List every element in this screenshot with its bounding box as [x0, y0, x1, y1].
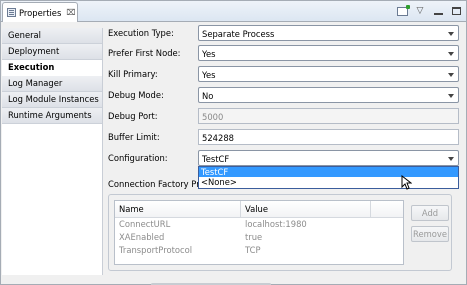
maximize-button[interactable]	[450, 5, 462, 17]
table-row[interactable]: ConnectURL localhost:1980	[115, 218, 403, 231]
table-row[interactable]: TransportProtocol TCP	[115, 244, 403, 257]
table-header: Name Value	[115, 201, 403, 218]
row-value: TCP	[245, 245, 261, 255]
properties-icon	[7, 8, 16, 17]
table-row[interactable]: XAEnabled true	[115, 231, 403, 244]
chevron-down-icon	[448, 32, 454, 36]
chevron-down-icon	[448, 157, 454, 161]
tab-label: Properties	[19, 7, 62, 18]
minimize-button[interactable]	[432, 5, 444, 17]
mouse-cursor-icon	[401, 175, 412, 190]
configuration-dropdown-list: TestCF <None>	[198, 166, 459, 189]
debug-port-field[interactable]: 5000	[198, 108, 459, 124]
column-header-value[interactable]: Value	[241, 201, 371, 217]
row-value: true	[245, 232, 263, 242]
add-button[interactable]: Add	[411, 205, 449, 221]
dropdown-option-testcf[interactable]: TestCF	[199, 167, 458, 177]
buffer-limit-field[interactable]: 524288	[198, 129, 459, 145]
debug-mode-value: No	[202, 91, 214, 101]
debug-port-value: 5000	[202, 112, 224, 122]
kill-primary-value: Yes	[202, 70, 216, 80]
view-menu-icon[interactable]: ▽	[414, 5, 426, 17]
debug-mode-row: Debug Mode: No	[104, 87, 464, 103]
section-nav: General Deployment Execution Log Manager…	[2, 28, 103, 275]
row-name: ConnectURL	[119, 219, 171, 229]
configuration-label: Configuration:	[108, 153, 168, 163]
chevron-down-icon	[448, 52, 454, 56]
prefer-first-node-row: Prefer First Node: Yes	[104, 45, 464, 61]
nav-item-execution[interactable]: Execution	[2, 60, 102, 76]
properties-view: Properties ⌧ ▽ General Deployment Execut…	[0, 0, 467, 285]
properties-table: Name Value ConnectURL localhost:1980 XAE…	[114, 200, 404, 265]
close-icon[interactable]: ⌧	[66, 8, 75, 17]
new-window-button[interactable]	[396, 4, 410, 17]
execution-type-select[interactable]: Separate Process	[198, 25, 459, 41]
maximize-icon	[451, 7, 461, 15]
view-toolbar: ▽	[396, 4, 462, 17]
nav-item-deployment[interactable]: Deployment	[2, 44, 102, 60]
kill-primary-row: Kill Primary: Yes	[104, 66, 464, 82]
dropdown-option-none[interactable]: <None>	[199, 177, 458, 187]
buffer-limit-value: 524288	[202, 133, 234, 143]
nav-item-log-manager[interactable]: Log Manager	[2, 76, 102, 92]
tab-properties[interactable]: Properties ⌧	[2, 2, 78, 22]
execution-type-value: Separate Process	[202, 29, 275, 39]
nav-item-runtime-arguments[interactable]: Runtime Arguments	[2, 108, 102, 124]
execution-type-label: Execution Type:	[108, 28, 174, 38]
column-header-name[interactable]: Name	[115, 201, 241, 217]
buffer-limit-row: Buffer Limit: 524288	[104, 129, 464, 145]
debug-port-row: Debug Port: 5000	[104, 108, 464, 124]
execution-type-row: Execution Type: Separate Process	[104, 25, 464, 41]
kill-primary-label: Kill Primary:	[108, 69, 158, 79]
configuration-select[interactable]: TestCF	[198, 150, 459, 166]
prefer-first-node-select[interactable]: Yes	[198, 45, 459, 61]
buffer-limit-label: Buffer Limit:	[108, 132, 160, 142]
row-name: XAEnabled	[119, 232, 165, 242]
nav-item-general[interactable]: General	[2, 28, 102, 44]
prefer-first-node-label: Prefer First Node:	[108, 48, 181, 58]
debug-port-label: Debug Port:	[108, 111, 158, 121]
kill-primary-select[interactable]: Yes	[198, 66, 459, 82]
configuration-value: TestCF	[202, 154, 230, 164]
minimize-icon	[433, 13, 443, 15]
chevron-down-icon	[448, 73, 454, 77]
row-name: TransportProtocol	[119, 245, 193, 255]
nav-item-log-module-instances[interactable]: Log Module Instances	[2, 92, 102, 108]
remove-button[interactable]: Remove	[411, 226, 449, 242]
tab-bar: Properties ⌧ ▽	[1, 1, 466, 22]
chevron-down-icon	[448, 94, 454, 98]
debug-mode-label: Debug Mode:	[108, 90, 164, 100]
new-window-icon	[396, 4, 410, 16]
prefer-first-node-value: Yes	[202, 49, 216, 59]
row-value: localhost:1980	[245, 219, 307, 229]
configuration-row: Configuration: TestCF	[104, 150, 464, 166]
debug-mode-select[interactable]: No	[198, 87, 459, 103]
connection-factory-label: Connection Factory Pro	[108, 179, 205, 189]
